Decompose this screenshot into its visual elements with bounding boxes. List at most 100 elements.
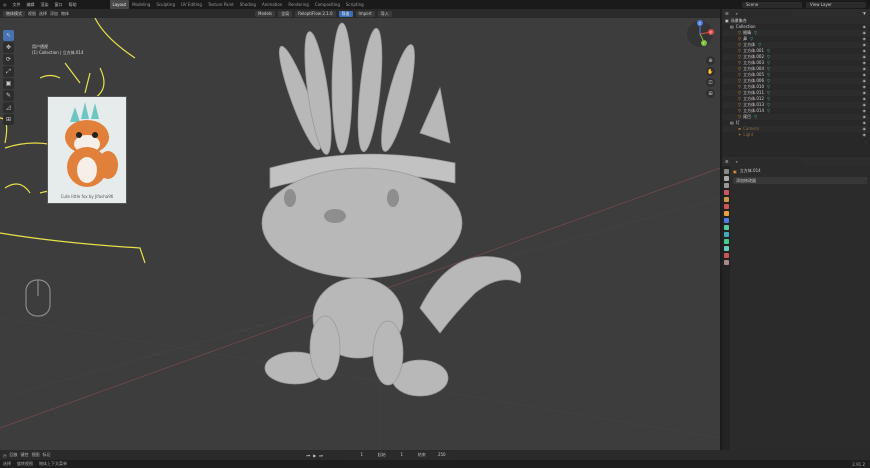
outliner-panel: ☰ ⌕ ⧩ ▣ 场景集合 ▤ Collection ◉ ▽ 眼睛 ▽ ◉ ▽ 鼻 ▽ ◉ ▽ 立方体 ▽ ◉… [722, 9, 870, 157]
object-icon: ▣ [733, 168, 737, 174]
tab-shading[interactable]: Shading [237, 0, 259, 9]
add-modifier-dropdown[interactable]: 添加修改器 [733, 177, 867, 184]
status-select-hint: 选择 [3, 461, 11, 466]
menu-window[interactable]: 窗口 [52, 2, 66, 8]
constraints-tab-icon[interactable] [723, 239, 729, 244]
annotate-tool-icon[interactable]: ✎ [3, 90, 14, 101]
properties-icon[interactable]: ⚙ [725, 159, 729, 164]
tab-animation[interactable]: Animation [259, 0, 285, 9]
reference-caption: Cute little fox by Jifasha96 [60, 194, 114, 199]
pan-hand-icon[interactable]: ✋ [706, 67, 715, 76]
menu-help[interactable]: 帮助 [66, 2, 80, 8]
reference-image[interactable]: Cute little fox by Jifasha96 [47, 96, 127, 204]
import-cn-button[interactable]: 导入 [377, 10, 392, 17]
jump-start-icon[interactable]: ⏮ [307, 453, 311, 458]
object-name-label: 立方体.014 [739, 168, 761, 173]
menu-file[interactable]: 文件 [10, 2, 24, 8]
rotate-tool-icon[interactable]: ⟳ [3, 54, 14, 65]
texture-tab-icon[interactable] [723, 260, 729, 265]
playback-menu[interactable]: 回放 [10, 452, 18, 458]
ortho-grid-icon[interactable]: ⊞ [706, 89, 715, 98]
end-label: 结束 [417, 452, 426, 457]
data-tab-icon[interactable] [723, 246, 729, 251]
timeline-header: ◷ 回放 键控 视图 标记 ⏮ ▶ ⏭ 1 起始 1 结束 250 [0, 450, 870, 460]
mesh-data-icon: ▽ [754, 30, 758, 35]
scale-tool-icon[interactable]: ⤢ [3, 66, 14, 77]
timeline-editor-icon[interactable]: ◷ [3, 453, 7, 458]
add-menu[interactable]: 添加 [50, 11, 58, 17]
jump-end-icon[interactable]: ⏭ [319, 453, 323, 458]
outliner-display-mode-icon[interactable]: ☰ [725, 11, 729, 16]
add-cube-tool-icon[interactable]: ⊞ [3, 114, 14, 125]
visibility-eye-icon[interactable]: ◉ [863, 132, 867, 138]
modifier-tab-icon[interactable] [723, 218, 729, 223]
fox-model [261, 22, 522, 397]
mesh-data-icon: ▽ [766, 108, 771, 113]
tab-modeling[interactable]: Modeling [129, 0, 153, 9]
export-button[interactable]: 导出 [338, 10, 353, 17]
material-tab-icon[interactable] [723, 253, 729, 258]
mode-selector[interactable]: 物体模式 [3, 10, 25, 17]
render-tab-icon[interactable] [723, 176, 729, 181]
tab-sculpting[interactable]: Sculpting [153, 0, 178, 9]
outliner-search-input[interactable]: ⌕ [731, 10, 792, 17]
view-layer-selector[interactable]: View Layer [806, 1, 866, 8]
mesh-data-icon: ▽ [754, 114, 758, 119]
marker-menu[interactable]: 标记 [43, 452, 51, 458]
tab-rendering[interactable]: Rendering [285, 0, 311, 9]
move-tool-icon[interactable]: ✥ [3, 42, 14, 53]
transform-tool-icon[interactable]: ▣ [3, 78, 14, 89]
end-frame-field[interactable]: 250 [428, 452, 455, 458]
view-layer-tab-icon[interactable] [723, 190, 729, 195]
scene-tab-icon[interactable] [723, 197, 729, 202]
addon-version-button[interactable]: ReloptiFlow 2.1.0 [295, 10, 336, 17]
world-tab-icon[interactable] [723, 204, 729, 209]
output-tab-icon[interactable] [723, 183, 729, 188]
object-tab-icon[interactable] [723, 211, 729, 216]
tab-layout[interactable]: Layout [109, 0, 130, 9]
physics-tab-icon[interactable] [723, 232, 729, 237]
blender-logo-icon[interactable]: ◎ [0, 2, 10, 7]
menu-edit[interactable]: 编辑 [24, 2, 38, 8]
transform-orientation[interactable]: 全局 [278, 10, 293, 17]
outliner-row[interactable]: ✦ Light ◉ [722, 132, 870, 138]
play-icon[interactable]: ▶ [313, 453, 316, 458]
timeline-view-menu[interactable]: 视图 [32, 452, 40, 458]
camera-view-icon[interactable]: ⎚ [706, 78, 715, 87]
collection-path-label: (1) Collection | 立方体.014 [32, 50, 84, 55]
collection-icon: ▤ [730, 24, 734, 29]
light-icon: ✦ [738, 132, 742, 137]
import-button[interactable]: Import [355, 10, 375, 17]
start-frame-field[interactable]: 1 [388, 452, 415, 458]
select-tool-icon[interactable]: ↖ [3, 30, 14, 41]
outliner-tree: ▤ Collection ◉ ▽ 眼睛 ▽ ◉ ▽ 鼻 ▽ ◉ ▽ 立方体 ▽ ◉ ▽ 立方体.001 ▽ ◉ ▽ 立方… [722, 24, 870, 138]
outliner-row-label: Light [743, 132, 754, 137]
tab-texture-paint[interactable]: Texture Paint [205, 0, 237, 9]
filter-icon[interactable]: ⧩ [862, 11, 866, 16]
navigation-gizmo[interactable]: X Y Z [684, 20, 714, 50]
object-menu[interactable]: 物体 [61, 11, 69, 17]
keying-menu[interactable]: 键控 [21, 452, 29, 458]
particles-tab-icon[interactable] [723, 225, 729, 230]
current-frame-field[interactable]: 1 [348, 452, 375, 458]
tab-compositing[interactable]: Compositing [312, 0, 343, 9]
tab-scripting[interactable]: Scripting [343, 0, 367, 9]
viewport-scene [0, 18, 720, 450]
properties-panel: ⚙ ⌕ ▣ 立方体.014 添加修改器 [722, 157, 870, 450]
tool-tab-icon[interactable] [723, 169, 729, 174]
scene-selector[interactable]: Scene [742, 1, 802, 8]
status-rotate-hint: 旋转视图 [17, 461, 33, 466]
tab-uv-editing[interactable]: UV Editing [178, 0, 205, 9]
measure-tool-icon[interactable]: ◿ [3, 102, 14, 113]
outliner-header: ☰ ⌕ ⧩ [722, 9, 870, 18]
3d-viewport[interactable]: 用户透视 (1) Collection | 立方体.014 Cute littl… [0, 18, 720, 450]
zoom-icon[interactable]: ⊕ [706, 56, 715, 65]
menu-render[interactable]: 渲染 [38, 2, 52, 8]
select-menu[interactable]: 选择 [39, 11, 47, 17]
view-menu[interactable]: 视图 [28, 11, 36, 17]
mouse-icon [25, 279, 51, 317]
addon-models-dropdown[interactable]: Models [255, 10, 276, 17]
top-menubar: ◎ 文件 编辑 渲染 窗口 帮助 Layout Modeling Sculpti… [0, 0, 870, 9]
properties-search-input[interactable]: ⌕ [731, 158, 802, 165]
fox-photo [48, 97, 126, 203]
